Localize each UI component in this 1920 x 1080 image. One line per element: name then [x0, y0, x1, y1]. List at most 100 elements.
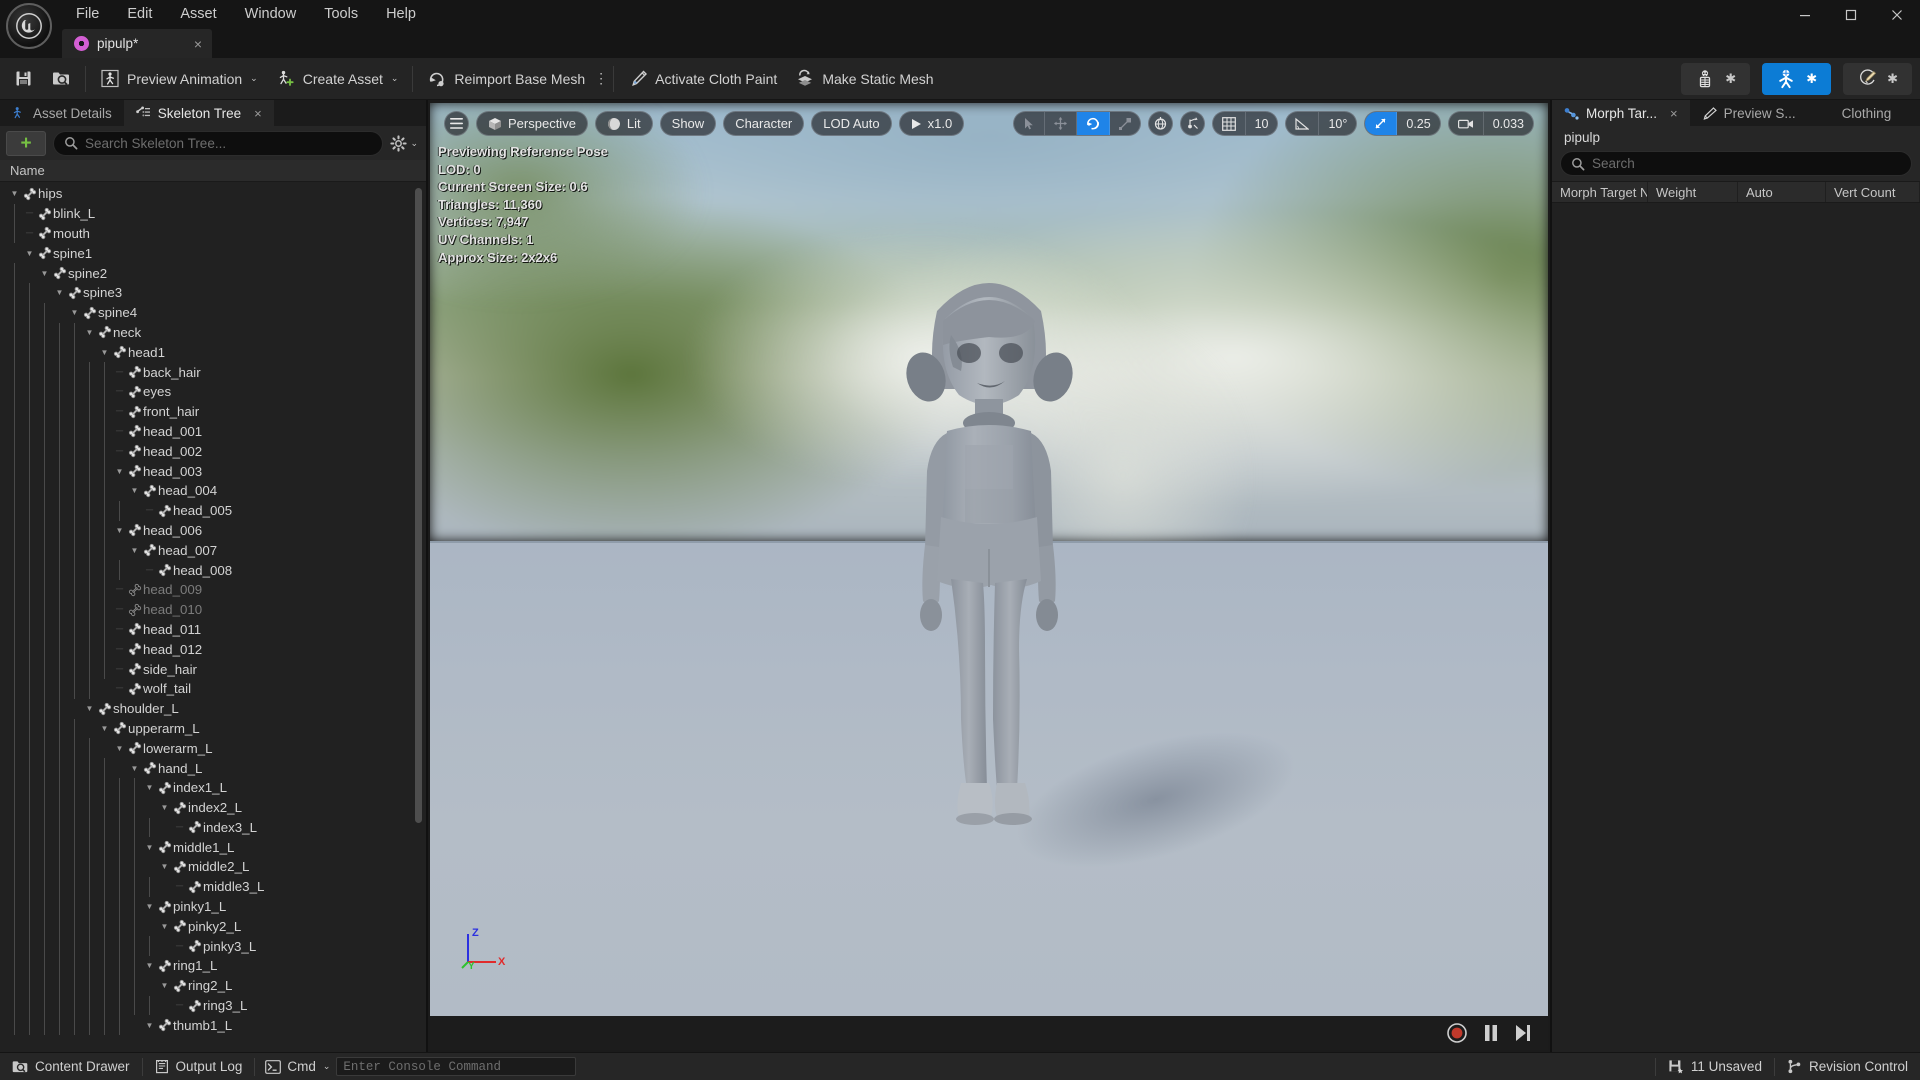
- morph-search-input[interactable]: [1592, 156, 1901, 171]
- tree-item-head_002[interactable]: ─ head_002: [0, 441, 426, 462]
- scale-snap-icon[interactable]: [1365, 112, 1398, 135]
- tree-item-upperarm_L[interactable]: ▼ upperarm_L: [0, 718, 426, 739]
- grid-snap-control[interactable]: 10: [1211, 111, 1279, 136]
- tree-expand-arrow-icon[interactable]: ▼: [143, 1021, 156, 1030]
- create-asset-button[interactable]: Create Asset ⌄: [267, 62, 408, 96]
- tree-item-hips[interactable]: ▼ hips: [0, 184, 426, 204]
- mode-button-mesh[interactable]: ✱: [1762, 62, 1832, 95]
- tree-item-head_004[interactable]: ▼ head_004: [0, 480, 426, 501]
- tree-item-head_007[interactable]: ▼ head_007: [0, 540, 426, 561]
- close-icon[interactable]: [1874, 0, 1920, 30]
- tree-expand-arrow-icon[interactable]: ▼: [158, 981, 171, 990]
- tree-item-ring2_L[interactable]: ▼ ring2_L: [0, 975, 426, 996]
- tree-scrollbar-track[interactable]: [415, 182, 424, 1052]
- tree-expand-arrow-icon[interactable]: ▼: [98, 724, 111, 733]
- unsaved-assets-button[interactable]: 11 Unsaved: [1656, 1053, 1774, 1080]
- cmd-label[interactable]: Cmd: [287, 1059, 316, 1074]
- tree-expand-arrow-icon[interactable]: ▼: [143, 902, 156, 911]
- tree-item-spine1[interactable]: ▼ spine1: [0, 243, 426, 263]
- browse-to-asset-button[interactable]: [42, 62, 80, 96]
- tree-expand-arrow-icon[interactable]: ▼: [83, 328, 96, 337]
- tree-item-lowerarm_L[interactable]: ▼ lowerarm_L: [0, 738, 426, 759]
- mode-button-paint[interactable]: ✱: [1843, 62, 1912, 95]
- tree-item-index3_L[interactable]: ─ index3_L: [0, 817, 426, 838]
- tab-clothing[interactable]: Clothing: [1807, 100, 1904, 126]
- content-drawer-button[interactable]: Content Drawer: [0, 1053, 142, 1080]
- tree-expand-arrow-icon[interactable]: ▼: [83, 704, 96, 713]
- tree-item-index1_L[interactable]: ▼ index1_L: [0, 777, 426, 798]
- tree-item-back_hair[interactable]: ─ back_hair: [0, 362, 426, 382]
- close-icon[interactable]: ×: [1670, 106, 1678, 121]
- tree-item-head_011[interactable]: ─ head_011: [0, 619, 426, 640]
- tab-morph-targets[interactable]: Morph Tar... ×: [1552, 100, 1690, 126]
- menu-edit[interactable]: Edit: [113, 1, 166, 28]
- tree-expand-arrow-icon[interactable]: ▼: [98, 348, 111, 357]
- tree-item-hand_L[interactable]: ▼ hand_L: [0, 758, 426, 778]
- tree-item-spine2[interactable]: ▼ spine2: [0, 263, 426, 283]
- tab-skeleton-tree[interactable]: Skeleton Tree ×: [123, 100, 274, 126]
- tree-expand-arrow-icon[interactable]: ▼: [113, 526, 126, 535]
- tree-item-side_hair[interactable]: ─ side_hair: [0, 659, 426, 679]
- scale-tool-button[interactable]: [1110, 112, 1140, 135]
- tree-expand-arrow-icon[interactable]: ▼: [8, 189, 21, 198]
- tab-asset-details[interactable]: Asset Details: [0, 100, 124, 126]
- world-coordinate-icon[interactable]: [1147, 111, 1173, 136]
- menu-window[interactable]: Window: [231, 1, 311, 28]
- column-morph-target-name[interactable]: Morph Target N: [1552, 182, 1648, 202]
- minimize-icon[interactable]: [1782, 0, 1828, 30]
- output-log-button[interactable]: Output Log: [143, 1053, 255, 1080]
- reimport-options-kebab[interactable]: ⋮: [594, 62, 608, 96]
- make-static-mesh-button[interactable]: Make Static Mesh: [786, 62, 942, 96]
- column-vert-count[interactable]: Vert Count: [1826, 182, 1920, 202]
- tree-item-spine3[interactable]: ▼ spine3: [0, 282, 426, 303]
- column-weight[interactable]: Weight: [1648, 182, 1738, 202]
- skeleton-tree-search[interactable]: [53, 130, 384, 156]
- tree-item-head_006[interactable]: ▼ head_006: [0, 520, 426, 541]
- tree-expand-arrow-icon[interactable]: ▼: [158, 862, 171, 871]
- mode-star-icon[interactable]: ✱: [1887, 71, 1898, 87]
- tree-item-head_005[interactable]: ─ head_005: [0, 500, 426, 521]
- morph-target-list[interactable]: [1552, 203, 1920, 1052]
- tree-item-head_008[interactable]: ─ head_008: [0, 560, 426, 580]
- tree-item-middle2_L[interactable]: ▼ middle2_L: [0, 857, 426, 877]
- viewport-menu-icon[interactable]: [444, 111, 469, 136]
- angle-icon[interactable]: [1286, 112, 1320, 135]
- menu-file[interactable]: File: [62, 1, 113, 28]
- tree-expand-arrow-icon[interactable]: ▼: [128, 546, 141, 555]
- menu-asset[interactable]: Asset: [166, 1, 230, 28]
- pause-button[interactable]: [1482, 1023, 1500, 1043]
- tree-expand-arrow-icon[interactable]: ▼: [23, 249, 36, 258]
- mode-button-skeleton[interactable]: ✱: [1681, 62, 1751, 95]
- chevron-down-icon[interactable]: ⌄: [250, 73, 258, 84]
- tree-item-spine4[interactable]: ▼ spine4: [0, 302, 426, 323]
- tree-item-wolf_tail[interactable]: ─ wolf_tail: [0, 678, 426, 699]
- tree-item-head_010[interactable]: ─ head_010: [0, 599, 426, 620]
- character-preview-mesh[interactable]: [869, 249, 1109, 859]
- viewport-view-mode-button[interactable]: Lit: [594, 111, 653, 136]
- select-tool-button[interactable]: [1014, 112, 1045, 135]
- close-icon[interactable]: ×: [180, 36, 202, 52]
- tree-item-head1[interactable]: ▼ head1: [0, 342, 426, 363]
- tree-item-pinky1_L[interactable]: ▼ pinky1_L: [0, 896, 426, 917]
- grid-icon[interactable]: [1213, 112, 1246, 135]
- menu-tools[interactable]: Tools: [310, 1, 372, 28]
- preview-animation-button[interactable]: Preview Animation ⌄: [91, 62, 267, 96]
- tree-expand-arrow-icon[interactable]: ▼: [128, 764, 141, 773]
- rotate-tool-button[interactable]: [1076, 112, 1110, 135]
- skeleton-tree-scroll[interactable]: ▼ hips ─ blink_L ─ mouth ▼ spine1 ▼ spine2 ▼ spine3…: [0, 182, 426, 1052]
- tree-item-head_001[interactable]: ─ head_001: [0, 421, 426, 442]
- tree-item-ring1_L[interactable]: ▼ ring1_L: [0, 956, 426, 976]
- skeleton-tree-settings[interactable]: ⌄: [390, 134, 418, 152]
- revision-control-button[interactable]: Revision Control: [1775, 1053, 1920, 1080]
- tree-item-index2_L[interactable]: ▼ index2_L: [0, 797, 426, 818]
- tree-item-eyes[interactable]: ─ eyes: [0, 381, 426, 402]
- activate-cloth-paint-button[interactable]: Activate Cloth Paint: [619, 62, 786, 96]
- save-button[interactable]: [4, 62, 42, 96]
- 3d-viewport[interactable]: Perspective Lit Show Character LOD Auto …: [430, 103, 1548, 1016]
- tree-item-neck[interactable]: ▼ neck: [0, 322, 426, 343]
- tree-expand-arrow-icon[interactable]: ▼: [143, 961, 156, 970]
- tree-item-head_009[interactable]: ─ head_009: [0, 579, 426, 600]
- tree-expand-arrow-icon[interactable]: ▼: [158, 803, 171, 812]
- tree-expand-arrow-icon[interactable]: ▼: [143, 783, 156, 792]
- tree-expand-arrow-icon[interactable]: ▼: [68, 308, 81, 317]
